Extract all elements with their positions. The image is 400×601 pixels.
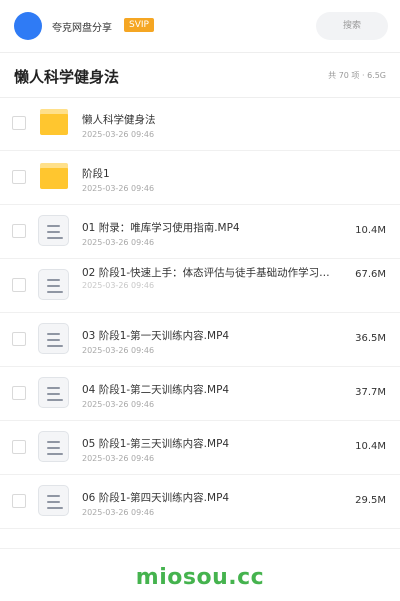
list-item[interactable]: 05 阶段1-第三天训练内容.MP4 2025-03-26 09:46 10.4…: [0, 421, 400, 475]
file-size: 67.6M: [355, 269, 386, 280]
row-checkbox[interactable]: [12, 440, 26, 454]
list-item[interactable]: 2025-03-26 09:46 02 阶段1-快速上手：体态评估与徒手基础动作…: [0, 259, 400, 313]
file-date: 2025-03-26 09:46: [82, 400, 155, 409]
list-item[interactable]: 03 阶段1-第一天训练内容.MP4 2025-03-26 09:46 36.5…: [0, 313, 400, 367]
page-title: 懒人科学健身法: [14, 68, 120, 86]
title-bar: 懒人科学健身法 共 70 项 · 6.5G: [0, 53, 400, 98]
row-checkbox[interactable]: [12, 494, 26, 508]
document-icon: [38, 269, 69, 300]
header-bar: 夸克网盘分享 SVIP 搜索: [0, 0, 400, 53]
file-size: 29.5M: [355, 495, 386, 506]
folder-icon: [40, 109, 68, 135]
watermark: miosou.cc: [135, 565, 265, 590]
file-size: 37.7M: [355, 387, 386, 398]
row-checkbox[interactable]: [12, 170, 26, 184]
list-item[interactable]: 阶段1 2025-03-26 09:46: [0, 151, 400, 205]
file-size: 10.4M: [355, 441, 386, 452]
file-date: 2025-03-26 09:46: [82, 130, 155, 139]
svip-badge: SVIP: [124, 18, 154, 32]
row-checkbox[interactable]: [12, 278, 26, 292]
file-date: 2025-03-26 09:46: [82, 454, 155, 463]
file-list: 懒人科学健身法 2025-03-26 09:46 阶段1 2025-03-26 …: [0, 97, 400, 529]
avatar[interactable]: [14, 12, 42, 40]
document-icon: [38, 323, 69, 354]
file-name[interactable]: 02 阶段1-快速上手：体态评估与徒手基础动作学习…: [82, 264, 332, 298]
document-icon: [38, 215, 69, 246]
share-title: 夸克网盘分享: [52, 23, 112, 34]
row-checkbox[interactable]: [12, 386, 26, 400]
document-icon: [38, 485, 69, 516]
file-date: 2025-03-26 09:46: [82, 508, 155, 517]
list-item[interactable]: 懒人科学健身法 2025-03-26 09:46: [0, 97, 400, 151]
document-icon: [38, 377, 69, 408]
file-name[interactable]: 04 阶段1-第二天训练内容.MP4: [82, 382, 332, 397]
folder-icon: [40, 163, 68, 189]
file-size: 36.5M: [355, 333, 386, 344]
file-date: 2025-03-26 09:46: [82, 346, 155, 355]
search-input[interactable]: 搜索: [316, 12, 388, 40]
footer: miosou.cc: [0, 548, 400, 601]
file-name[interactable]: 06 阶段1-第四天训练内容.MP4: [82, 490, 332, 505]
file-name[interactable]: 懒人科学健身法: [82, 112, 332, 127]
file-size: 10.4M: [355, 225, 386, 236]
row-checkbox[interactable]: [12, 116, 26, 130]
file-name[interactable]: 01 附录：唯库学习使用指南.MP4: [82, 220, 332, 235]
row-checkbox[interactable]: [12, 332, 26, 346]
list-item[interactable]: 06 阶段1-第四天训练内容.MP4 2025-03-26 09:46 29.5…: [0, 475, 400, 529]
row-checkbox[interactable]: [12, 224, 26, 238]
file-date: 2025-03-26 09:46: [82, 238, 155, 247]
file-name[interactable]: 阶段1: [82, 166, 332, 181]
document-icon: [38, 431, 69, 462]
file-name[interactable]: 03 阶段1-第一天训练内容.MP4: [82, 328, 332, 343]
list-item[interactable]: 01 附录：唯库学习使用指南.MP4 2025-03-26 09:46 10.4…: [0, 205, 400, 259]
item-count: 共 70 项 · 6.5G: [328, 71, 386, 80]
file-name[interactable]: 05 阶段1-第三天训练内容.MP4: [82, 436, 332, 451]
file-date: 2025-03-26 09:46: [82, 184, 155, 193]
list-item[interactable]: 04 阶段1-第二天训练内容.MP4 2025-03-26 09:46 37.7…: [0, 367, 400, 421]
